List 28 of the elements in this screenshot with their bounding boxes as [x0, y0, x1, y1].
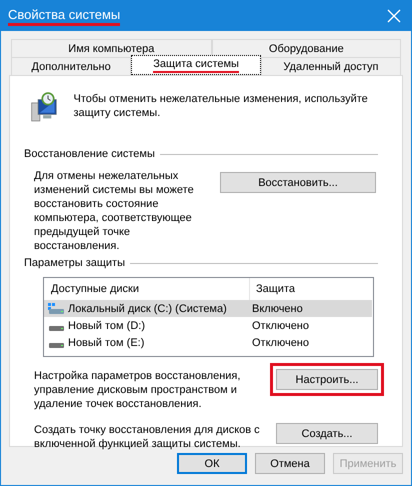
- drive-row[interactable]: Новый том (E:) Отключено: [44, 334, 373, 351]
- restore-button[interactable]: Восстановить...: [220, 172, 376, 193]
- tab[interactable]: Оборудование: [212, 39, 402, 57]
- window-title: Свойства системы: [8, 6, 120, 26]
- drive-name: Новый том (E:): [68, 336, 144, 348]
- tab[interactable]: Дополнительно: [11, 57, 132, 75]
- tab[interactable]: Защита системы: [131, 55, 261, 75]
- protection-status: Отключено: [251, 336, 309, 348]
- protection-status: Включено: [251, 302, 303, 314]
- tab[interactable]: Удаленный доступ: [260, 57, 401, 75]
- group-title: Восстановление системы: [24, 148, 155, 160]
- action-description: Создать точку восстановления для дисков с включенной функцией защиты системы.: [34, 423, 261, 451]
- drive-name: Локальный диск (C:) (Система): [68, 302, 227, 314]
- dialog-button[interactable]: ОК: [177, 453, 247, 474]
- drive-row[interactable]: Локальный диск (C:) (Система) Включено: [44, 300, 372, 317]
- column-header[interactable]: Защита: [250, 283, 295, 295]
- action-button[interactable]: Настроить...: [276, 369, 378, 390]
- intro-text: Чтобы отменить нежелательные изменения, используйте защиту системы.: [73, 92, 369, 120]
- restore-description: Для отмены нежелательных изменений системы вы можете восстановить состояние компьютера, соответствующее предыдущей точке восстановления.: [34, 169, 195, 253]
- action-description: Настройка параметров восстановления, управление дисковым пространством и удаление точек восстановления.: [34, 369, 242, 411]
- drive-name: Новый том (D:): [68, 320, 145, 332]
- dialog-button[interactable]: Отмена: [255, 453, 325, 474]
- tab[interactable]: Имя компьютера: [11, 39, 212, 57]
- close-icon[interactable]: [387, 9, 401, 23]
- protection-status: Отключено: [251, 320, 309, 332]
- action-button[interactable]: Создать...: [276, 423, 378, 444]
- drive-row[interactable]: Новый том (D:) Отключено: [44, 317, 373, 334]
- group-title: Параметры защиты: [24, 257, 125, 269]
